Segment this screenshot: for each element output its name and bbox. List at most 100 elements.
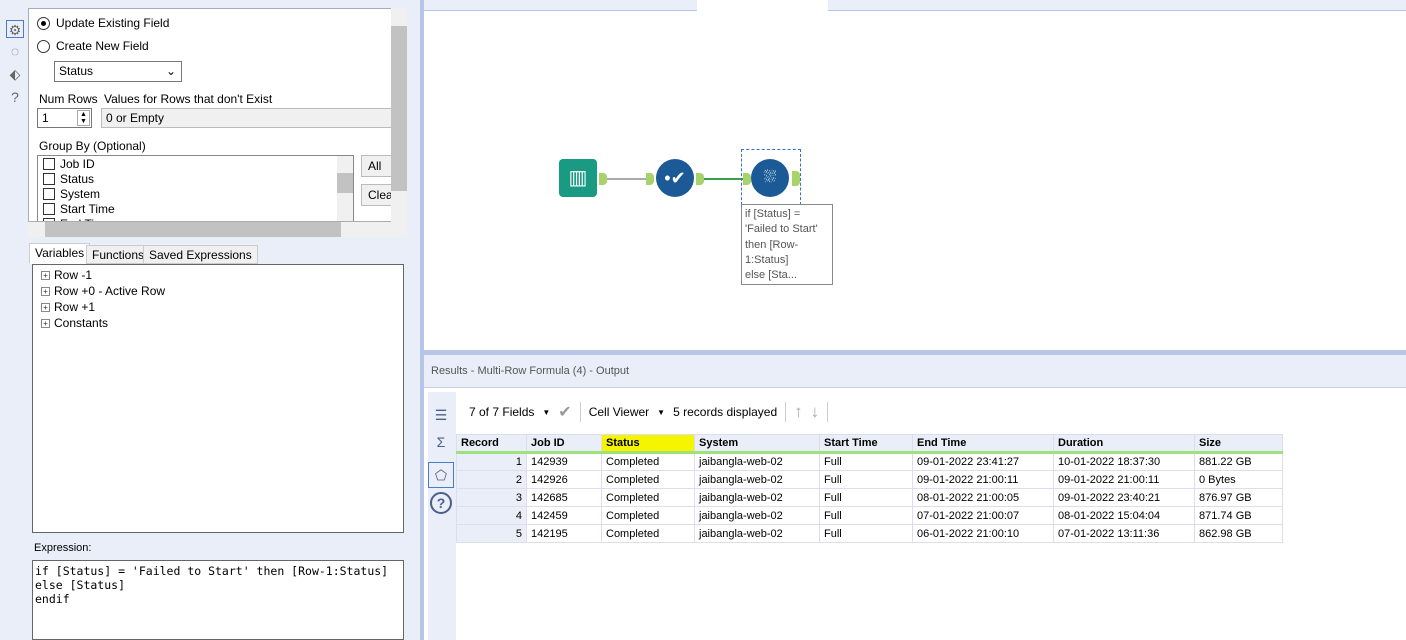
tab-saved-expressions[interactable]: Saved Expressions xyxy=(143,245,258,264)
table-cell[interactable]: Full xyxy=(819,524,913,543)
table-cell[interactable]: jaibangla-web-02 xyxy=(694,452,820,471)
table-cell[interactable]: 3 xyxy=(456,488,527,507)
table-cell[interactable]: 142195 xyxy=(526,524,602,543)
group-by-scrollbar[interactable] xyxy=(337,156,353,221)
tag-icon[interactable]: ⬖ xyxy=(6,65,24,83)
table-cell[interactable]: 06-01-2022 21:00:10 xyxy=(912,524,1054,543)
panel-divider[interactable] xyxy=(420,0,424,640)
clear-button[interactable]: Clear xyxy=(361,184,391,206)
create-new-radio[interactable]: Create New Field xyxy=(37,39,149,53)
column-header[interactable]: Start Time xyxy=(819,434,913,454)
table-cell[interactable]: Completed xyxy=(601,470,695,489)
table-cell[interactable]: 09-01-2022 21:00:11 xyxy=(912,470,1054,489)
table-cell[interactable]: Full xyxy=(819,488,913,507)
table-cell[interactable]: Completed xyxy=(601,452,695,471)
multi-row-formula-tool-icon[interactable]: ⛆ xyxy=(751,159,789,197)
input-data-tool-icon[interactable]: ▥ xyxy=(559,159,597,197)
group-by-item[interactable]: Status xyxy=(38,171,353,186)
caret-down-icon[interactable]: ▼ xyxy=(657,408,665,417)
tree-node[interactable]: + Row -1 xyxy=(41,268,92,282)
table-cell[interactable]: 871.74 GB xyxy=(1194,506,1283,525)
config-vertical-scrollbar[interactable] xyxy=(391,8,407,222)
table-cell[interactable]: 876.97 GB xyxy=(1194,488,1283,507)
table-cell[interactable]: 09-01-2022 21:00:11 xyxy=(1053,470,1195,489)
group-by-item[interactable]: Start Time xyxy=(38,201,353,216)
table-row[interactable]: 5 142195 Completed jaibangla-web-02 Full 06-0… xyxy=(456,524,1283,543)
table-cell[interactable]: 142685 xyxy=(526,488,602,507)
column-header[interactable]: Record xyxy=(456,434,527,454)
table-cell[interactable]: 142459 xyxy=(526,506,602,525)
column-header[interactable]: Job ID xyxy=(526,434,602,454)
table-cell[interactable]: 07-01-2022 13:11:36 xyxy=(1053,524,1195,543)
scroll-thumb[interactable] xyxy=(45,222,341,237)
table-cell[interactable]: 862.98 GB xyxy=(1194,524,1283,543)
table-cell[interactable]: 08-01-2022 21:00:05 xyxy=(912,488,1054,507)
table-cell[interactable]: 09-01-2022 23:41:27 xyxy=(912,452,1054,471)
checkbox[interactable] xyxy=(43,172,55,185)
table-cell[interactable]: 142939 xyxy=(526,452,602,471)
expand-icon[interactable]: + xyxy=(41,286,50,296)
output-anchor[interactable] xyxy=(599,173,607,185)
column-header[interactable]: Size xyxy=(1194,434,1283,454)
table-cell[interactable]: jaibangla-web-02 xyxy=(694,470,820,489)
input-anchor[interactable] xyxy=(646,173,654,185)
table-row[interactable]: 1 142939 Completed jaibangla-web-02 Full 09-0… xyxy=(456,452,1283,471)
output-anchor[interactable] xyxy=(792,171,800,186)
table-cell[interactable]: 881.22 GB xyxy=(1194,452,1283,471)
num-rows-stepper[interactable]: 1 ▲ ▼ xyxy=(37,108,92,128)
table-cell[interactable]: jaibangla-web-02 xyxy=(694,506,820,525)
sigma-icon[interactable]: Σ xyxy=(432,433,450,451)
table-cell[interactable]: Completed xyxy=(601,524,695,543)
gear-icon[interactable]: ⚙ xyxy=(6,20,24,38)
scroll-thumb[interactable] xyxy=(337,173,353,193)
table-cell[interactable]: jaibangla-web-02 xyxy=(694,488,820,507)
column-header[interactable]: Status xyxy=(601,434,695,454)
column-header[interactable]: Duration xyxy=(1053,434,1195,454)
field-select[interactable]: Status ⌄ xyxy=(54,61,182,82)
table-icon[interactable]: ☰ xyxy=(432,406,450,424)
table-cell[interactable]: Completed xyxy=(601,506,695,525)
table-cell[interactable]: 0 Bytes xyxy=(1194,470,1283,489)
tab-functions[interactable]: Functions xyxy=(86,245,151,264)
checkbox[interactable] xyxy=(43,202,55,215)
input-anchor[interactable] xyxy=(743,173,751,185)
table-cell[interactable]: Full xyxy=(819,452,913,471)
scroll-thumb[interactable] xyxy=(391,26,407,191)
table-cell[interactable]: 1 xyxy=(456,452,527,471)
spinner-icon[interactable]: ▲ ▼ xyxy=(77,110,90,126)
expand-icon[interactable]: + xyxy=(41,270,50,280)
table-cell[interactable]: 5 xyxy=(456,524,527,543)
caret-down-icon[interactable]: ▼ xyxy=(542,408,550,417)
table-cell[interactable]: Full xyxy=(819,506,913,525)
table-cell[interactable]: 10-01-2022 18:37:30 xyxy=(1053,452,1195,471)
checkbox[interactable] xyxy=(43,157,55,170)
checkbox[interactable] xyxy=(43,187,55,200)
expand-icon[interactable]: + xyxy=(41,302,50,312)
table-cell[interactable]: Completed xyxy=(601,488,695,507)
table-cell[interactable]: 08-01-2022 15:04:04 xyxy=(1053,506,1195,525)
table-cell[interactable]: jaibangla-web-02 xyxy=(694,524,820,543)
table-row[interactable]: 3 142685 Completed jaibangla-web-02 Full 08-0… xyxy=(456,488,1283,507)
table-cell[interactable]: 07-01-2022 21:00:07 xyxy=(912,506,1054,525)
values-select[interactable]: 0 or Empty xyxy=(101,108,391,128)
anchor-icon[interactable]: ◌ xyxy=(6,42,24,60)
fields-dropdown[interactable]: 7 of 7 Fields xyxy=(469,405,534,419)
checkmark-icon[interactable]: ✔ xyxy=(558,402,571,422)
table-cell[interactable]: 4 xyxy=(456,506,527,525)
table-cell[interactable]: Full xyxy=(819,470,913,489)
table-cell[interactable]: 2 xyxy=(456,470,527,489)
output-anchor[interactable] xyxy=(696,173,704,185)
table-cell[interactable]: 142926 xyxy=(526,470,602,489)
tree-node[interactable]: + Constants xyxy=(41,316,108,330)
table-cell[interactable]: 09-01-2022 23:40:21 xyxy=(1053,488,1195,507)
update-existing-radio[interactable]: Update Existing Field xyxy=(37,16,169,30)
help-icon[interactable]: ? xyxy=(6,88,24,106)
column-header[interactable]: System xyxy=(694,434,820,454)
tag-icon[interactable]: ⬠ xyxy=(428,462,454,488)
all-button[interactable]: All xyxy=(361,155,391,177)
cell-viewer-dropdown[interactable]: Cell Viewer xyxy=(589,405,649,419)
expression-editor[interactable]: if [Status] = 'Failed to Start' then [Ro… xyxy=(32,560,404,640)
select-tool-icon[interactable]: •✔ xyxy=(656,159,694,197)
arrow-down-icon[interactable]: ↓ xyxy=(811,402,820,422)
group-by-item[interactable]: System xyxy=(38,186,353,201)
